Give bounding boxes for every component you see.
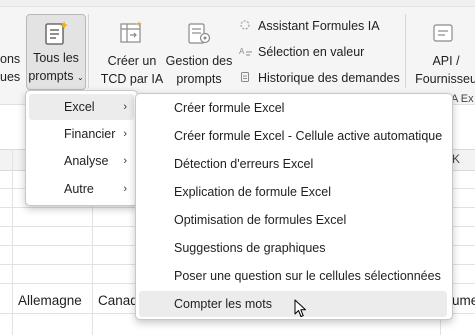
column-header-k[interactable]: K [452, 152, 460, 166]
cell-canada[interactable]: Canad [98, 293, 138, 308]
chevron-down-icon: ⌄ [76, 73, 84, 82]
formula-assistant-button[interactable]: Assistant Formules IA [239, 16, 380, 36]
menu-item-chart-suggestions[interactable]: Suggestions de graphiques [139, 235, 447, 261]
pivot-table-icon [120, 21, 142, 43]
menu-item-error-detection[interactable]: Détection d'erreurs Excel [139, 151, 447, 177]
svg-text:A: A [239, 47, 245, 56]
history-button[interactable]: Historique des demandes [239, 68, 400, 88]
grid-line [12, 149, 13, 335]
chevron-right-icon: › [123, 183, 127, 195]
menu-item-create-formula-active-cell[interactable]: Créer formule Excel - Cellule active aut… [139, 123, 447, 149]
menu-item-formula-optimization[interactable]: Optimisation de formules Excel [139, 207, 447, 233]
value-selection-icon: A [239, 43, 253, 63]
cell-allemagne[interactable]: Allemagne [18, 293, 82, 308]
value-selection-button[interactable]: A Sélection en valeur [239, 42, 364, 62]
all-prompts-button[interactable]: Tous les prompts ⌄ [26, 14, 86, 90]
api-icon [433, 24, 453, 42]
menu-item-financier[interactable]: Financier › [29, 121, 134, 147]
prompt-management-icon [188, 23, 211, 44]
ribbon-separator [405, 14, 406, 88]
menu-item-autre[interactable]: Autre › [29, 176, 134, 202]
ribbon-separator [88, 14, 89, 88]
menu-item-excel[interactable]: Excel › [29, 94, 134, 120]
menu-item-count-words[interactable]: Compter les mots [139, 291, 447, 317]
menu-item-formula-explanation[interactable]: Explication de formule Excel [139, 179, 447, 205]
formula-assistant-icon [239, 17, 253, 37]
chevron-right-icon: › [123, 128, 127, 140]
ribbon-top-strip [0, 0, 475, 7]
chevron-right-icon: › [123, 101, 127, 113]
excel-prompts-submenu: Créer formule Excel Créer formule Excel … [135, 93, 453, 320]
mouse-pointer-icon [294, 299, 306, 317]
cell-partial[interactable]: ume [452, 293, 475, 308]
menu-item-ask-selected-cells[interactable]: Poser une question sur le cellules sélec… [139, 263, 447, 289]
ribbon-group-label: A Ex [451, 93, 474, 105]
history-icon [239, 69, 253, 89]
api-provider-button[interactable]: API / Fournisseu [412, 14, 475, 88]
prompt-category-menu: Excel › Financier › Analyse › Autre › [25, 90, 138, 206]
menu-item-analyse[interactable]: Analyse › [29, 148, 134, 174]
partial-ribbon-label[interactable]: ons ues [0, 50, 20, 86]
menu-item-create-formula[interactable]: Créer formule Excel [139, 95, 447, 121]
prompt-document-icon [45, 21, 68, 45]
create-pivot-ai-button[interactable]: Créer un TCD par IA [100, 14, 164, 88]
chevron-right-icon: › [123, 155, 127, 167]
manage-prompts-button[interactable]: Gestion des prompts [164, 14, 234, 88]
